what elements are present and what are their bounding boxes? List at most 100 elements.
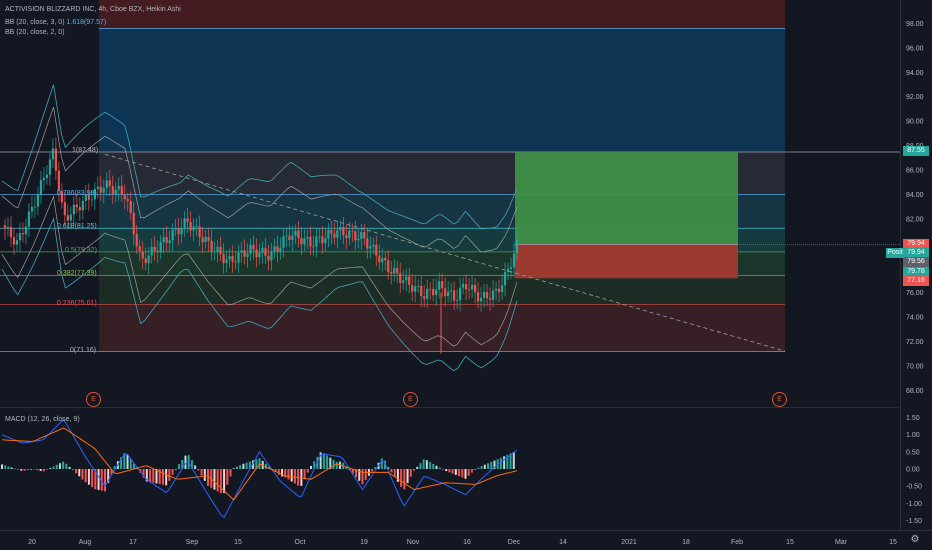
candle-body [171, 229, 174, 241]
candle-body [258, 252, 261, 258]
candle-body [78, 207, 81, 211]
macd-bar [168, 469, 171, 481]
candle-body [126, 199, 129, 201]
candle-body [57, 170, 60, 192]
candle-body [66, 215, 69, 221]
macd-bar [512, 451, 515, 469]
macd-bar [503, 456, 506, 469]
candle-body [336, 230, 339, 238]
candle-body [509, 267, 513, 269]
macd-bar [197, 469, 200, 471]
macd-bar [7, 466, 10, 469]
price-tick-label: 92.00 [906, 94, 924, 101]
time-tick-label: 20 [28, 539, 36, 546]
macd-bar [223, 469, 226, 493]
macd-bar [422, 459, 425, 469]
macd-bar [499, 457, 502, 469]
candle-body [210, 240, 213, 252]
candle-body [135, 234, 138, 247]
macd-bar [165, 469, 168, 486]
candle-body [312, 246, 315, 248]
price-tick-label: 70.00 [906, 363, 924, 370]
macd-tick-label: 0.00 [906, 467, 920, 474]
candle-body [123, 194, 126, 200]
macd-tick-label: 1.00 [906, 432, 920, 439]
candle-body [297, 230, 300, 239]
gear-icon[interactable]: ⚙ [908, 534, 922, 546]
candle-body [24, 226, 28, 235]
macd-bar [403, 469, 406, 490]
fib-label-4: 0.382(77.39) [57, 270, 97, 278]
candle-body [186, 218, 189, 222]
candle-body [165, 237, 168, 243]
candle-body [375, 244, 378, 256]
candle-body [450, 290, 453, 292]
candle-body [438, 281, 441, 290]
macd-bar [371, 469, 374, 472]
candle-body [177, 228, 180, 235]
candle-body [402, 280, 405, 283]
candle-body [351, 230, 354, 232]
candle-body [69, 214, 72, 221]
candle-body [195, 226, 198, 228]
macd-bar [235, 466, 238, 469]
macd-bar [419, 463, 422, 469]
macd-indicator-legend[interactable]: MACD (12, 26, close, 9) [5, 416, 80, 423]
earnings-marker-2[interactable]: E [403, 392, 418, 407]
candle-body [117, 185, 120, 190]
bb-indicator-legend[interactable]: BB (20, close, 3, 0) 1.618(97.57) [5, 19, 106, 26]
macd-bar [129, 458, 132, 469]
candle-body [306, 236, 309, 239]
candle-body [252, 244, 255, 250]
macd-bar [470, 469, 473, 473]
macd-bar [281, 469, 284, 477]
candle-body [387, 260, 390, 273]
candle-body [288, 235, 291, 241]
candle-body [48, 159, 52, 175]
macd-bar [464, 469, 467, 479]
macd-bar [245, 462, 248, 469]
candle-body [384, 257, 387, 261]
macd-bar [406, 469, 409, 484]
bb1-label: BB (20, close, 3, 0) [5, 19, 65, 26]
macd-bar [396, 469, 399, 482]
price-tick-label: 76.00 [906, 290, 924, 297]
candle-body [447, 291, 450, 297]
macd-bar [448, 469, 451, 473]
macd-bar [458, 469, 461, 477]
macd-bar [194, 465, 197, 469]
bb2-indicator-legend[interactable]: BB (20, close, 2, 0) [5, 29, 65, 36]
macd-bar [335, 462, 338, 469]
macd-bar [480, 466, 483, 469]
time-tick-label: 15 [786, 539, 794, 546]
price-tag-5: 77.16 [903, 275, 929, 286]
candle-body [12, 237, 16, 245]
earnings-marker-1[interactable]: E [86, 392, 101, 407]
macd-bar [303, 469, 306, 480]
macd-bar [65, 463, 68, 469]
candle-body [479, 297, 483, 302]
fib-label-6: 0(71.16) [70, 346, 97, 354]
candle-body [249, 244, 252, 254]
macd-bar [432, 463, 435, 469]
candle-body [390, 272, 393, 274]
candle-body [141, 251, 144, 259]
price-tick-label: 86.00 [906, 168, 924, 175]
macd-bar [171, 469, 174, 475]
macd-bar [467, 469, 470, 476]
candle-body [444, 288, 447, 297]
earnings-marker-3[interactable]: E [772, 392, 787, 407]
candle-body [381, 257, 384, 263]
macd-bar [4, 465, 7, 469]
candle-body [512, 253, 516, 268]
macd-tick-label: -0.50 [906, 484, 922, 491]
macd-histogram [1, 451, 515, 494]
candle-body [153, 246, 156, 251]
candle-body [162, 237, 165, 243]
candle-body [491, 290, 495, 300]
macd-bar [287, 469, 290, 480]
chart-canvas[interactable]: 68.0070.0072.0074.0076.0078.0080.0082.00… [0, 0, 932, 550]
candle-body [321, 236, 324, 244]
macd-bar [413, 469, 415, 471]
candle-body [393, 267, 396, 274]
